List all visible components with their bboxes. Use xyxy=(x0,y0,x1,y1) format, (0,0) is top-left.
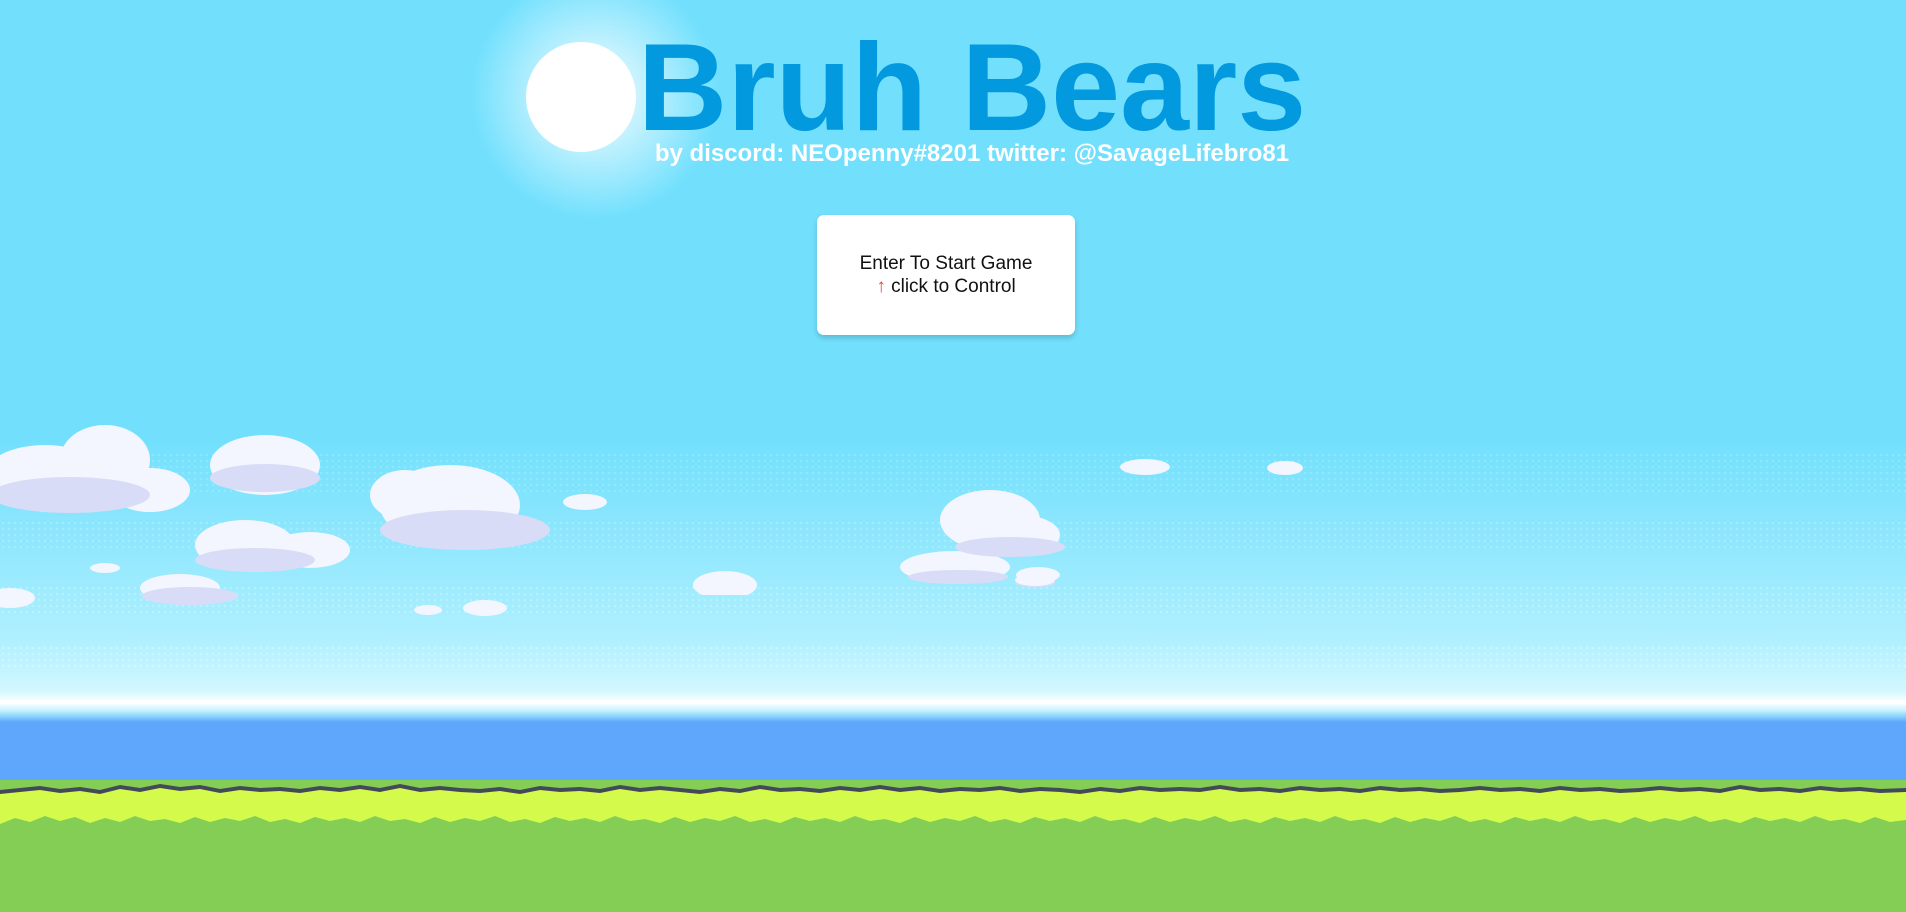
water xyxy=(0,722,1906,780)
horizon-line xyxy=(0,700,1906,704)
control-instruction: ↑ click to Control xyxy=(876,275,1015,298)
cloud-icon xyxy=(0,425,607,616)
ground xyxy=(0,826,1906,912)
sky-dither-band xyxy=(0,645,1906,670)
grass-edge xyxy=(0,784,1906,828)
start-instruction: Enter To Start Game xyxy=(859,253,1033,274)
game-title: Bruh Bears xyxy=(637,19,1307,157)
cloud-icon xyxy=(1015,574,1055,586)
arrow-up-icon: ↑ xyxy=(876,276,886,297)
game-scene[interactable]: Bruh Bears by discord: NEOpenny#8201 twi… xyxy=(0,0,1906,912)
start-game-card[interactable]: Enter To Start Game ↑ click to Control xyxy=(817,215,1075,335)
credits-subtitle: by discord: NEOpenny#8201 twitter: @Sava… xyxy=(654,140,1290,167)
control-instruction-text: click to Control xyxy=(885,276,1016,297)
